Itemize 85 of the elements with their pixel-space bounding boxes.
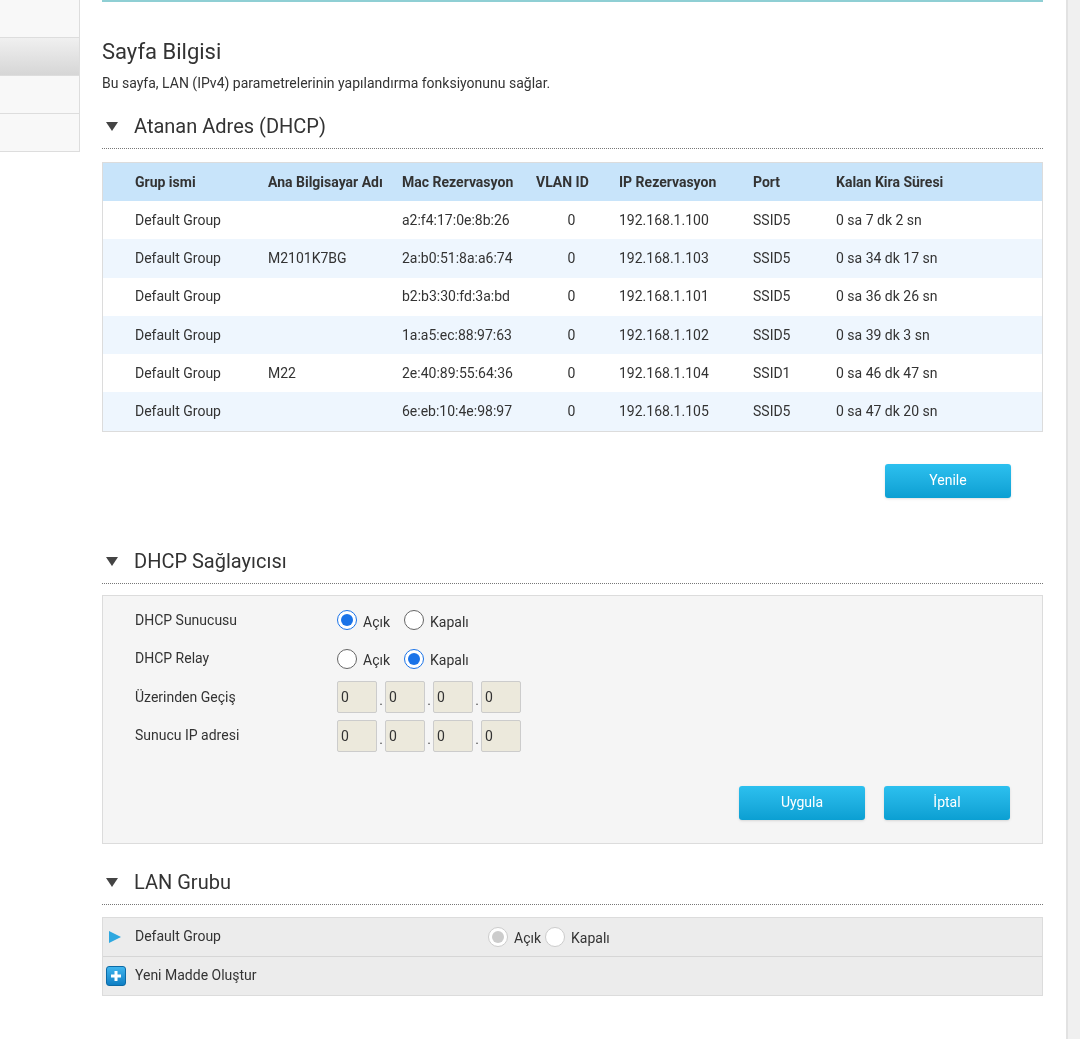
table-cell: 0 xyxy=(567,364,576,381)
table-cell: 1a:a5:ec:88:97:63 xyxy=(402,326,512,343)
table-cell: 0 sa 39 dk 3 sn xyxy=(836,326,930,343)
table-cell: Default Group xyxy=(135,326,221,343)
table-cell: SSID5 xyxy=(753,403,791,420)
table-cell: 192.168.1.105 xyxy=(619,403,709,420)
add-item-label[interactable]: Yeni Madde Oluştur xyxy=(135,965,257,987)
column-header[interactable]: VLAN ID xyxy=(536,171,619,193)
column-header[interactable]: Port xyxy=(753,171,836,193)
table-cell: SSID5 xyxy=(753,326,791,343)
ip-octet-field[interactable]: 0 xyxy=(337,681,377,714)
table-cell: 0 sa 7 dk 2 sn xyxy=(836,211,922,228)
field-label: DHCP Relay xyxy=(135,649,211,669)
table-cell: Default Group xyxy=(135,249,221,266)
table-cell: 2e:40:89:55:64:36 xyxy=(402,364,513,381)
section-title[interactable]: Atanan Adres (DHCP) xyxy=(134,111,326,141)
scrollbar-track[interactable] xyxy=(1066,0,1080,1039)
ip-octet-field[interactable]: 0 xyxy=(433,681,473,714)
dot-separator: . xyxy=(378,731,384,749)
table-cell: 0 sa 47 dk 20 sn xyxy=(836,403,938,420)
page-description: Bu sayfa, LAN (IPv4) parametrelerinin yapılandırma fonksiyonunu sağlar. xyxy=(102,74,552,92)
radio-button[interactable] xyxy=(404,648,425,669)
table-cell: SSID5 xyxy=(753,288,791,305)
collapse-triangle-icon[interactable] xyxy=(105,554,119,567)
table-cell: 192.168.1.101 xyxy=(619,288,709,305)
collapse-triangle-icon[interactable] xyxy=(105,120,119,132)
table-cell: SSID5 xyxy=(753,211,791,228)
group-name: Default Group xyxy=(135,927,222,947)
section-title[interactable]: LAN Grubu xyxy=(134,866,231,897)
column-header[interactable]: Grup ismi xyxy=(135,171,268,193)
table-cell: a2:f4:17:0e:8b:26 xyxy=(402,211,510,228)
table-cell: Default Group xyxy=(135,403,221,420)
field-label: Üzerinden Geçiş xyxy=(135,687,237,707)
table-cell: 0 xyxy=(567,326,576,343)
table-cell: 192.168.1.103 xyxy=(619,249,709,266)
radio-label[interactable]: Kapalı xyxy=(430,650,469,672)
column-header[interactable]: Kalan Kira Süresi xyxy=(836,171,1036,193)
collapse-triangle-icon[interactable] xyxy=(105,875,119,888)
dot-separator: . xyxy=(378,693,384,711)
table-cell: SSID1 xyxy=(753,364,791,381)
plus-icon[interactable] xyxy=(106,965,126,986)
field-label: DHCP Sunucusu xyxy=(135,610,239,630)
radio-label[interactable]: Açık xyxy=(363,650,391,672)
table-cell: Default Group xyxy=(135,211,221,228)
table-cell: 0 sa 46 dk 47 sn xyxy=(836,364,938,381)
radio-button[interactable] xyxy=(337,648,357,669)
table-cell: 0 sa 36 dk 26 sn xyxy=(836,288,938,305)
table-cell: Default Group xyxy=(135,364,221,381)
page-title: Sayfa Bilgisi xyxy=(102,38,223,66)
radio-button[interactable] xyxy=(337,610,357,631)
section-title[interactable]: DHCP Sağlayıcısı xyxy=(134,545,287,576)
column-header[interactable]: Ana Bilgisayar Adı xyxy=(268,171,402,193)
ip-octet-field[interactable]: 0 xyxy=(481,719,521,752)
table-cell: 192.168.1.104 xyxy=(619,364,709,381)
column-header[interactable]: Mac Rezervasyon xyxy=(402,171,536,193)
dot-separator: . xyxy=(426,693,432,711)
ip-octet-field[interactable]: 0 xyxy=(337,719,377,752)
dot-separator: . xyxy=(474,693,480,711)
ip-octet-field[interactable]: 0 xyxy=(385,719,425,752)
table-cell: SSID5 xyxy=(753,249,791,266)
table-cell: M2101K7BG xyxy=(268,249,347,266)
table-cell: Default Group xyxy=(135,288,221,305)
column-header[interactable]: IP Rezervasyon xyxy=(619,171,753,193)
field-label: Sunucu IP adresi xyxy=(135,726,241,746)
dot-separator: . xyxy=(426,731,432,749)
table-cell: 192.168.1.102 xyxy=(619,326,709,343)
table-cell: 192.168.1.100 xyxy=(619,211,709,228)
radio-label[interactable]: Kapalı xyxy=(430,611,469,633)
dot-separator: . xyxy=(474,731,480,749)
radio-label[interactable]: Açık xyxy=(363,611,391,633)
table-cell: 6e:eb:10:4e:98:97 xyxy=(402,403,513,420)
table-cell: b2:b3:30:fd:3a:bd xyxy=(402,288,510,305)
ip-octet-field[interactable]: 0 xyxy=(433,719,473,752)
table-cell: 0 xyxy=(567,249,576,266)
table-cell: 2a:b0:51:8a:a6:74 xyxy=(402,249,513,266)
radio-button[interactable] xyxy=(404,610,425,631)
add-item-row[interactable]: Yeni Madde Oluştur xyxy=(103,956,1042,995)
ip-octet-field[interactable]: 0 xyxy=(385,681,425,714)
ip-octet-field[interactable]: 0 xyxy=(481,681,521,714)
table-cell: 0 xyxy=(567,211,576,228)
table-cell: M22 xyxy=(268,364,296,381)
table-cell: 0 sa 34 dk 17 sn xyxy=(836,249,938,266)
expand-triangle-icon[interactable] xyxy=(108,929,122,944)
table-cell: 0 xyxy=(567,403,576,420)
table-cell: 0 xyxy=(567,288,576,305)
